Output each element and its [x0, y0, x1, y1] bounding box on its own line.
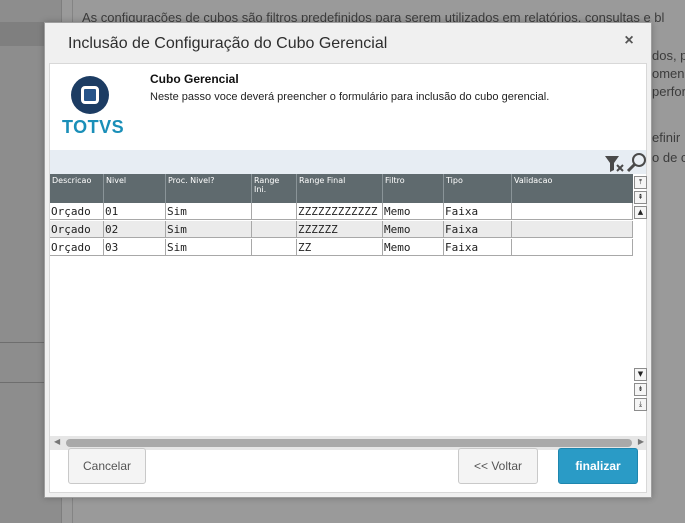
table-row[interactable]: Orçado 02 Sim ZZZZZZ Memo Faixa: [50, 221, 633, 238]
wizard-description: Neste passo voce deverá preencher o form…: [150, 91, 550, 103]
cell-range-ini[interactable]: [252, 203, 297, 220]
search-icon[interactable]: [626, 152, 648, 174]
scroll-page-up-button[interactable]: ⇞: [634, 191, 647, 204]
scroll-page-down-button[interactable]: ⇟: [634, 383, 647, 396]
scrollbar-thumb[interactable]: [66, 439, 632, 447]
scroll-bottom-button[interactable]: ⤓: [634, 398, 647, 411]
totvs-logo: TOTVS: [60, 72, 125, 140]
cell-nivel[interactable]: 03: [104, 239, 166, 256]
cell-descricao[interactable]: Orçado: [50, 203, 104, 220]
column-header-nivel[interactable]: Nivel: [104, 174, 166, 203]
cell-filtro[interactable]: Memo: [383, 239, 444, 256]
cell-range-final[interactable]: ZZ: [297, 239, 383, 256]
config-grid: Descricao Nivel Proc. Nivel? Range Ini. …: [50, 174, 633, 424]
cancel-button[interactable]: Cancelar: [68, 448, 146, 484]
cell-range-ini[interactable]: [252, 239, 297, 256]
column-header-range-final[interactable]: Range Final: [297, 174, 383, 203]
modal-dialog: Inclusão de Configuração do Cubo Gerenci…: [44, 22, 652, 498]
background-text: efinir: [652, 130, 681, 145]
grid-toolbar: [50, 150, 646, 174]
cell-filtro[interactable]: Memo: [383, 221, 444, 238]
cell-proc-nivel[interactable]: Sim: [166, 203, 252, 220]
background-text: omen: [652, 66, 685, 81]
cell-proc-nivel[interactable]: Sim: [166, 221, 252, 238]
background-text: dos, p: [652, 48, 685, 63]
cell-range-ini[interactable]: [252, 221, 297, 238]
cell-validacao[interactable]: [512, 203, 633, 220]
cell-nivel[interactable]: 01: [104, 203, 166, 220]
modal-content: TOTVS Cubo Gerencial Neste passo voce de…: [49, 63, 647, 493]
cell-tipo[interactable]: Faixa: [444, 203, 512, 220]
cell-tipo[interactable]: Faixa: [444, 221, 512, 238]
scroll-right-arrow[interactable]: ▶: [638, 437, 644, 446]
column-header-tipo[interactable]: Tipo: [444, 174, 512, 203]
column-header-descricao[interactable]: Descricao: [50, 174, 104, 203]
wizard-title: Cubo Gerencial: [150, 72, 239, 86]
wizard-header: TOTVS Cubo Gerencial Neste passo voce de…: [50, 64, 646, 150]
column-header-validacao[interactable]: Validacao: [512, 174, 633, 203]
table-row[interactable]: Orçado 03 Sim ZZ Memo Faixa: [50, 239, 633, 256]
background-text: o de c: [652, 150, 685, 165]
cell-descricao[interactable]: Orçado: [50, 239, 104, 256]
filter-icon[interactable]: [604, 154, 624, 174]
column-header-proc-nivel[interactable]: Proc. Nivel?: [166, 174, 252, 203]
scroll-up-button[interactable]: ▲: [634, 206, 647, 219]
cell-range-final[interactable]: ZZZZZZ: [297, 221, 383, 238]
scroll-top-button[interactable]: ⤒: [634, 176, 647, 189]
cell-nivel[interactable]: 02: [104, 221, 166, 238]
cell-tipo[interactable]: Faixa: [444, 239, 512, 256]
logo-text: TOTVS: [62, 117, 125, 137]
column-header-range-ini[interactable]: Range Ini.: [252, 174, 297, 203]
scroll-down-button[interactable]: ▼: [634, 368, 647, 381]
grid-header: Descricao Nivel Proc. Nivel? Range Ini. …: [50, 174, 633, 203]
finish-button[interactable]: finalizar: [558, 448, 638, 484]
close-icon[interactable]: ×: [621, 32, 637, 50]
cell-validacao[interactable]: [512, 239, 633, 256]
cell-descricao[interactable]: Orçado: [50, 221, 104, 238]
cell-validacao[interactable]: [512, 221, 633, 238]
background-text: perfor: [652, 84, 685, 99]
scroll-left-arrow[interactable]: ◀: [54, 437, 60, 446]
logo-square: [81, 86, 99, 104]
cell-range-final[interactable]: ZZZZZZZZZZZZ: [297, 203, 383, 220]
cell-proc-nivel[interactable]: Sim: [166, 239, 252, 256]
column-header-filtro[interactable]: Filtro: [383, 174, 444, 203]
table-row[interactable]: Orçado 01 Sim ZZZZZZZZZZZZ Memo Faixa: [50, 203, 633, 220]
back-button[interactable]: << Voltar: [458, 448, 538, 484]
modal-title: Inclusão de Configuração do Cubo Gerenci…: [68, 35, 388, 52]
cell-filtro[interactable]: Memo: [383, 203, 444, 220]
